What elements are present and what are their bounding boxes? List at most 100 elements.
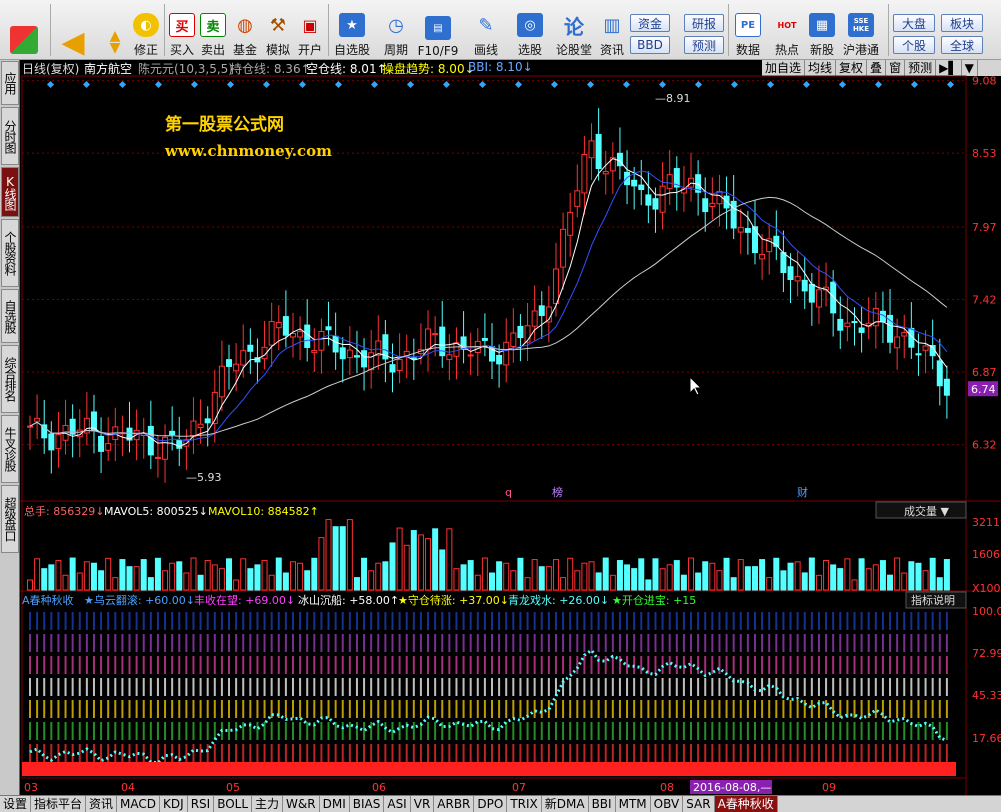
candle-body	[567, 211, 574, 236]
indicator-tab[interactable]: OBV	[651, 796, 684, 812]
candle-body	[467, 354, 474, 357]
candle-body	[311, 350, 318, 354]
event-diamond	[442, 80, 451, 89]
candle-body	[581, 154, 588, 194]
price-tick-label: 6.87	[972, 366, 997, 379]
volume-bar	[567, 557, 574, 591]
volume-bar	[346, 519, 353, 591]
volume-bar	[467, 560, 474, 591]
candle-body	[176, 440, 183, 449]
volume-bar	[744, 566, 751, 591]
candle-body	[659, 185, 666, 213]
volume-bar	[382, 561, 389, 591]
candle-body	[48, 433, 55, 451]
event-diamond	[478, 80, 487, 89]
indicator-dot-line	[29, 648, 948, 765]
candle-body	[552, 268, 559, 305]
indicator-tab[interactable]: DPO	[474, 796, 508, 812]
indicator-tab[interactable]: W&R	[283, 796, 320, 812]
candle-body	[858, 327, 865, 333]
indicator-tab[interactable]: BBI	[589, 796, 616, 812]
indicator-tab[interactable]: 新DMA	[542, 796, 589, 812]
candle-body	[531, 310, 538, 327]
event-diamond	[694, 80, 703, 89]
candle-body	[339, 347, 346, 360]
indicator-tab[interactable]: ASI	[384, 796, 411, 812]
candle-body	[652, 198, 659, 210]
indicator-tab[interactable]: MTM	[616, 796, 651, 812]
indicator-tab[interactable]: SAR	[683, 796, 715, 812]
indicator-value: ★开仓进宝: +15	[612, 593, 696, 607]
indicator-tick-label: 45.33	[972, 689, 1001, 702]
candle-body	[98, 435, 105, 452]
stock-chart[interactable]: 9.08 8.53 7.97 7.42 6.87 6.32 6.74 —8.91 —5.93 q 榜…	[0, 0, 1001, 812]
volume-bar	[183, 572, 190, 591]
indicator-tab[interactable]: 资讯	[86, 796, 118, 812]
volume-bar	[624, 564, 631, 591]
volume-bar	[275, 557, 282, 591]
volume-bar	[702, 561, 709, 591]
event-diamond	[46, 80, 55, 89]
indicator-tab[interactable]: KDJ	[160, 796, 188, 812]
event-diamond	[190, 80, 199, 89]
indicator-value: 丰收在望: +69.00↓	[194, 593, 295, 607]
volume-bar	[837, 568, 844, 591]
date-tick-label: 05	[226, 781, 240, 794]
volume-bar	[773, 557, 780, 591]
ma30-line	[29, 196, 948, 437]
candle-body	[233, 363, 240, 372]
indicator-tab[interactable]: ARBR	[434, 796, 475, 812]
price-tick-label: 7.97	[972, 221, 997, 234]
indicator-tab[interactable]: 指标平台	[31, 796, 87, 812]
volume-bar	[133, 566, 140, 591]
volume-bar	[851, 579, 858, 591]
candle-body	[361, 350, 368, 368]
indicator-tab[interactable]: 主力	[252, 796, 284, 812]
indicator-bands	[29, 612, 948, 762]
candle-body	[226, 359, 233, 367]
indicator-tab[interactable]: 设置	[0, 796, 32, 812]
date-tick-label: 06	[372, 781, 386, 794]
volume-bar	[808, 557, 815, 591]
indicator-tab[interactable]: VR	[411, 796, 435, 812]
candle-body	[560, 228, 567, 268]
volume-bar	[361, 557, 368, 591]
candle-body	[304, 324, 311, 348]
indicator-tab[interactable]: A春种秋收	[714, 796, 778, 812]
event-diamond	[802, 80, 811, 89]
indicator-tab[interactable]: RSI	[188, 796, 215, 812]
indicator-value: ★乌云翻滚: +60.00↓	[84, 593, 195, 607]
volume-bar	[417, 534, 424, 591]
volume-bar	[218, 568, 225, 591]
volume-bar	[55, 560, 62, 591]
candle-body	[503, 341, 510, 366]
volume-bar	[339, 526, 346, 591]
volume-bar	[595, 572, 602, 591]
event-diamond	[838, 80, 847, 89]
volume-bar	[730, 577, 737, 591]
event-diamond	[370, 80, 379, 89]
volume-bar	[723, 557, 730, 591]
event-diamond	[730, 80, 739, 89]
indicator-base-band	[22, 762, 956, 776]
event-diamond	[514, 80, 523, 89]
volume-bar	[496, 561, 503, 591]
indicator-help-label: 指标说明	[911, 593, 955, 607]
price-tick-label: 6.32	[972, 439, 997, 452]
candle-body	[481, 337, 488, 341]
event-diamond	[874, 80, 883, 89]
indicator-tab[interactable]: MACD	[117, 796, 161, 812]
event-diamond	[334, 80, 343, 89]
candle-body	[744, 228, 751, 233]
volume-total: 总手: 856329↓	[24, 504, 104, 518]
indicator-value: 青龙戏水: +26.00↓	[508, 594, 609, 607]
indicator-tick-label: 72.99	[972, 647, 1001, 660]
candle-body	[432, 333, 439, 336]
indicator-tab[interactable]: TRIX	[507, 796, 542, 812]
indicator-tab[interactable]: BOLL	[214, 796, 253, 812]
indicator-tab[interactable]: BIAS	[350, 796, 385, 812]
candle-body	[588, 140, 595, 159]
ma10-line	[29, 170, 948, 442]
indicator-tab[interactable]: DMI	[320, 796, 350, 812]
candle-body	[716, 190, 723, 205]
